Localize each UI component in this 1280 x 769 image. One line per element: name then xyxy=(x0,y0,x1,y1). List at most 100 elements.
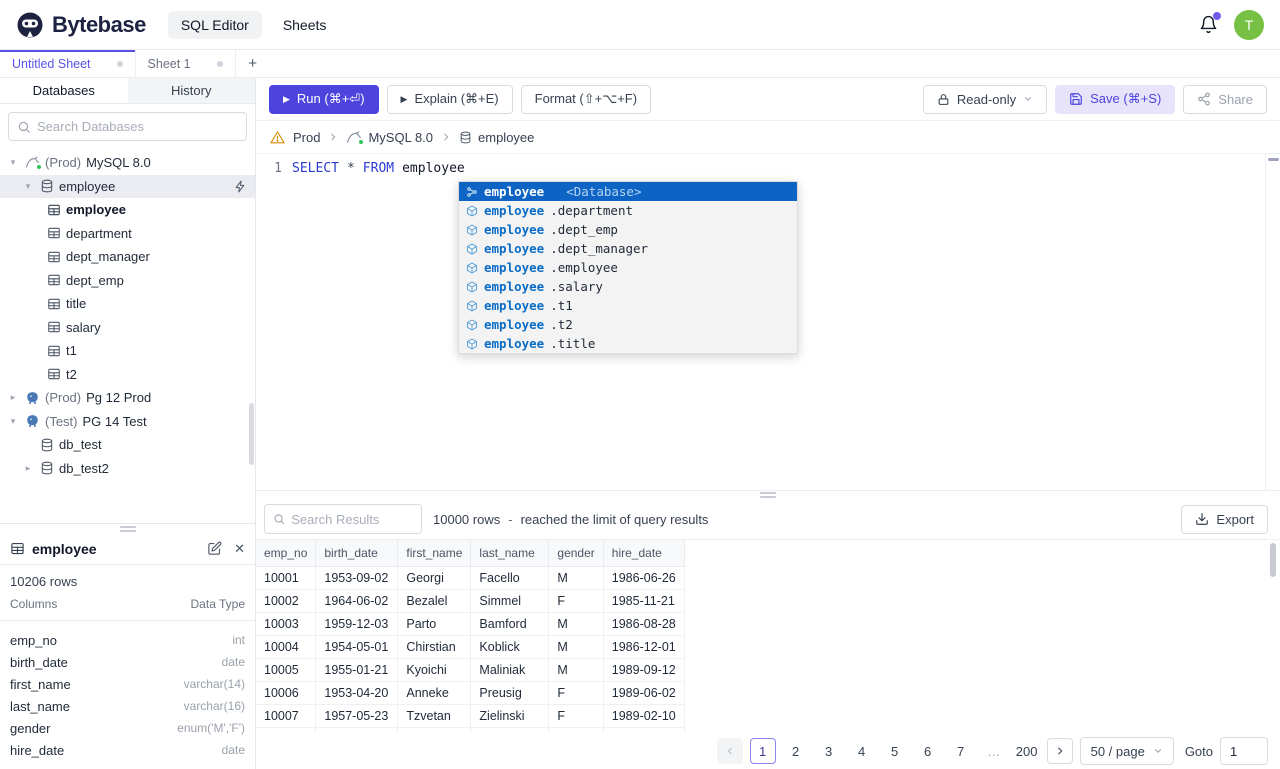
table-scrollbar[interactable] xyxy=(1270,543,1276,577)
tree-table-dept-manager[interactable]: dept_manager xyxy=(0,245,255,269)
autocomplete-item[interactable]: employee .employee xyxy=(459,258,797,277)
breadcrumb-instance[interactable]: MySQL 8.0 xyxy=(346,130,433,145)
column-header[interactable]: hire_date xyxy=(603,540,685,567)
tree-table-t1[interactable]: t1 xyxy=(0,339,255,363)
tab-untitled-sheet[interactable]: Untitled Sheet xyxy=(0,50,136,77)
tree-database-db-test2[interactable]: ▸ db_test2 xyxy=(0,457,255,481)
edit-icon[interactable] xyxy=(207,541,222,556)
sql-editor[interactable]: 1 SELECT * FROM employee employee <Database… xyxy=(256,154,1280,490)
table-icon xyxy=(48,275,60,286)
page-button-6[interactable]: 6 xyxy=(915,738,941,764)
tree-scrollbar[interactable] xyxy=(249,403,254,465)
tree-table-dept-emp[interactable]: dept_emp xyxy=(0,269,255,293)
run-button[interactable]: ▶ Run (⌘+⏎) xyxy=(269,84,379,114)
cell: 1957-05-23 xyxy=(315,704,399,728)
lightning-icon[interactable] xyxy=(234,180,247,193)
chevron-down-icon[interactable]: ▾ xyxy=(6,416,20,427)
table-row[interactable]: 10006 1953-04-20 Anneke Preusig F 1989-06-02 xyxy=(256,681,685,705)
tree-table-department[interactable]: department xyxy=(0,222,255,246)
table-cube-icon xyxy=(467,261,477,274)
chevron-left-icon xyxy=(727,747,732,755)
autocomplete-item[interactable]: employee .salary xyxy=(459,277,797,296)
autocomplete-item[interactable]: employee .title xyxy=(459,334,797,353)
format-button[interactable]: Format (⇧+⌥+F) xyxy=(520,84,652,114)
close-icon[interactable]: ✕ xyxy=(234,541,245,557)
table-row[interactable]: 10003 1959-12-03 Parto Bamford M 1986-08-28 xyxy=(256,612,685,636)
table-icon xyxy=(48,228,60,239)
page-button-200[interactable]: 200 xyxy=(1014,738,1040,764)
export-button[interactable]: Export xyxy=(1181,504,1268,534)
column-header[interactable]: first_name xyxy=(397,540,472,567)
page-button-1[interactable]: 1 xyxy=(749,738,776,764)
share-button[interactable]: Share xyxy=(1183,84,1267,114)
column-header[interactable]: gender xyxy=(548,540,604,567)
nav-sheets[interactable]: Sheets xyxy=(270,11,340,39)
page-button-2[interactable]: 2 xyxy=(783,738,809,764)
chevron-right-icon[interactable]: ▸ xyxy=(21,463,35,474)
tree-instance-mysql[interactable]: ▾ (Prod) MySQL 8.0 xyxy=(0,151,255,175)
tree-database-employee[interactable]: ▾ employee xyxy=(0,174,255,198)
column-header[interactable]: last_name xyxy=(470,540,550,567)
notification-bell-button[interactable] xyxy=(1199,12,1221,34)
autocomplete-item[interactable]: employee .t1 xyxy=(459,296,797,315)
table-row[interactable]: 100081958-02-19SanivaKalloufiM1994-09-15 xyxy=(256,727,685,733)
schema-panel-title: employee xyxy=(32,540,97,557)
pagination-bar: 1 2 3 4 5 6 7 … 200 50 / page Goto xyxy=(256,733,1280,769)
tree-database-db-test[interactable]: db_test xyxy=(0,433,255,457)
tab-history[interactable]: History xyxy=(128,78,256,103)
sql-code-line[interactable]: SELECT * FROM employee xyxy=(292,154,473,490)
page-size-select[interactable]: 50 / page xyxy=(1079,737,1174,765)
page-button-7[interactable]: 7 xyxy=(948,738,974,764)
page-button-3[interactable]: 3 xyxy=(816,738,842,764)
nav-sql-editor[interactable]: SQL Editor xyxy=(167,10,262,39)
tree-instance-pg14[interactable]: ▾ (Test) PG 14 Test xyxy=(0,410,255,434)
autocomplete-item[interactable]: employee .department xyxy=(459,201,797,220)
editor-toolbar: ▶ Run (⌘+⏎) ▶ Explain (⌘+E) Format (⇧+⌥+… xyxy=(256,78,1280,120)
table-row[interactable]: 10005 1955-01-21 Kyoichi Maliniak M 1989-09-1… xyxy=(256,658,685,682)
avatar[interactable]: T xyxy=(1234,9,1264,40)
results-header-row: emp_no birth_date first_name last_name g… xyxy=(256,540,685,567)
chevron-right-icon[interactable]: ▸ xyxy=(6,392,20,403)
column-header[interactable]: birth_date xyxy=(315,540,399,567)
table-row[interactable]: 10004 1954-05-01 Chirstian Koblick M 1986-12-… xyxy=(256,635,685,659)
search-results-input[interactable] xyxy=(291,511,413,527)
tab-databases[interactable]: Databases xyxy=(0,78,128,103)
play-icon: ▶ xyxy=(400,93,408,104)
autocomplete-item[interactable]: employee .dept_manager xyxy=(459,239,797,258)
collapse-handle-icon[interactable] xyxy=(1267,158,1279,161)
tree-instance-pg12[interactable]: ▸ (Prod) Pg 12 Prod xyxy=(0,386,255,410)
search-databases-input[interactable] xyxy=(37,119,238,134)
panel-resize-handle[interactable] xyxy=(0,524,255,533)
page-button-4[interactable]: 4 xyxy=(849,738,875,764)
bytebase-logo[interactable]: Bytebase xyxy=(16,11,146,39)
autocomplete-item[interactable]: employee .t2 xyxy=(459,315,797,334)
results-resize-handle[interactable] xyxy=(256,490,1280,499)
add-sheet-button[interactable]: + xyxy=(236,50,270,77)
autocomplete-item-selected[interactable]: employee <Database> xyxy=(459,182,797,201)
save-button[interactable]: Save (⌘+S) xyxy=(1055,84,1176,114)
table-row[interactable]: 10007 1957-05-23 Tzvetan Zielinski F 1989-02-… xyxy=(256,704,685,728)
table-row[interactable]: 10002 1964-06-02 Bezalel Simmel F 1985-11-21 xyxy=(256,589,685,613)
prev-page-button[interactable] xyxy=(716,738,743,764)
cell: Kalloufi xyxy=(470,727,550,733)
read-only-dropdown[interactable]: Read-only xyxy=(922,84,1048,114)
explain-button[interactable]: ▶ Explain (⌘+E) xyxy=(386,84,513,114)
breadcrumb-environment[interactable]: Prod xyxy=(293,130,320,145)
column-header[interactable]: emp_no xyxy=(256,540,317,567)
table-row[interactable]: 10001 1953-09-02 Georgi Facello M 1986-06-26 xyxy=(256,566,685,590)
database-search[interactable] xyxy=(8,112,247,141)
page-button-5[interactable]: 5 xyxy=(882,738,908,764)
tree-table-title[interactable]: title xyxy=(0,292,255,316)
line-number: 1 xyxy=(274,161,282,176)
tree-table-salary[interactable]: salary xyxy=(0,316,255,340)
goto-page-input[interactable] xyxy=(1220,737,1268,765)
tab-sheet-1[interactable]: Sheet 1 xyxy=(136,50,236,77)
results-search[interactable] xyxy=(264,504,422,534)
tree-table-employee[interactable]: employee xyxy=(0,198,255,222)
next-page-button[interactable] xyxy=(1046,738,1073,764)
chevron-down-icon[interactable]: ▾ xyxy=(21,181,35,192)
autocomplete-item[interactable]: employee .dept_emp xyxy=(459,220,797,239)
chevron-down-icon[interactable]: ▾ xyxy=(6,157,20,168)
tree-table-t2[interactable]: t2 xyxy=(0,363,255,387)
breadcrumb-database[interactable]: employee xyxy=(459,130,534,145)
